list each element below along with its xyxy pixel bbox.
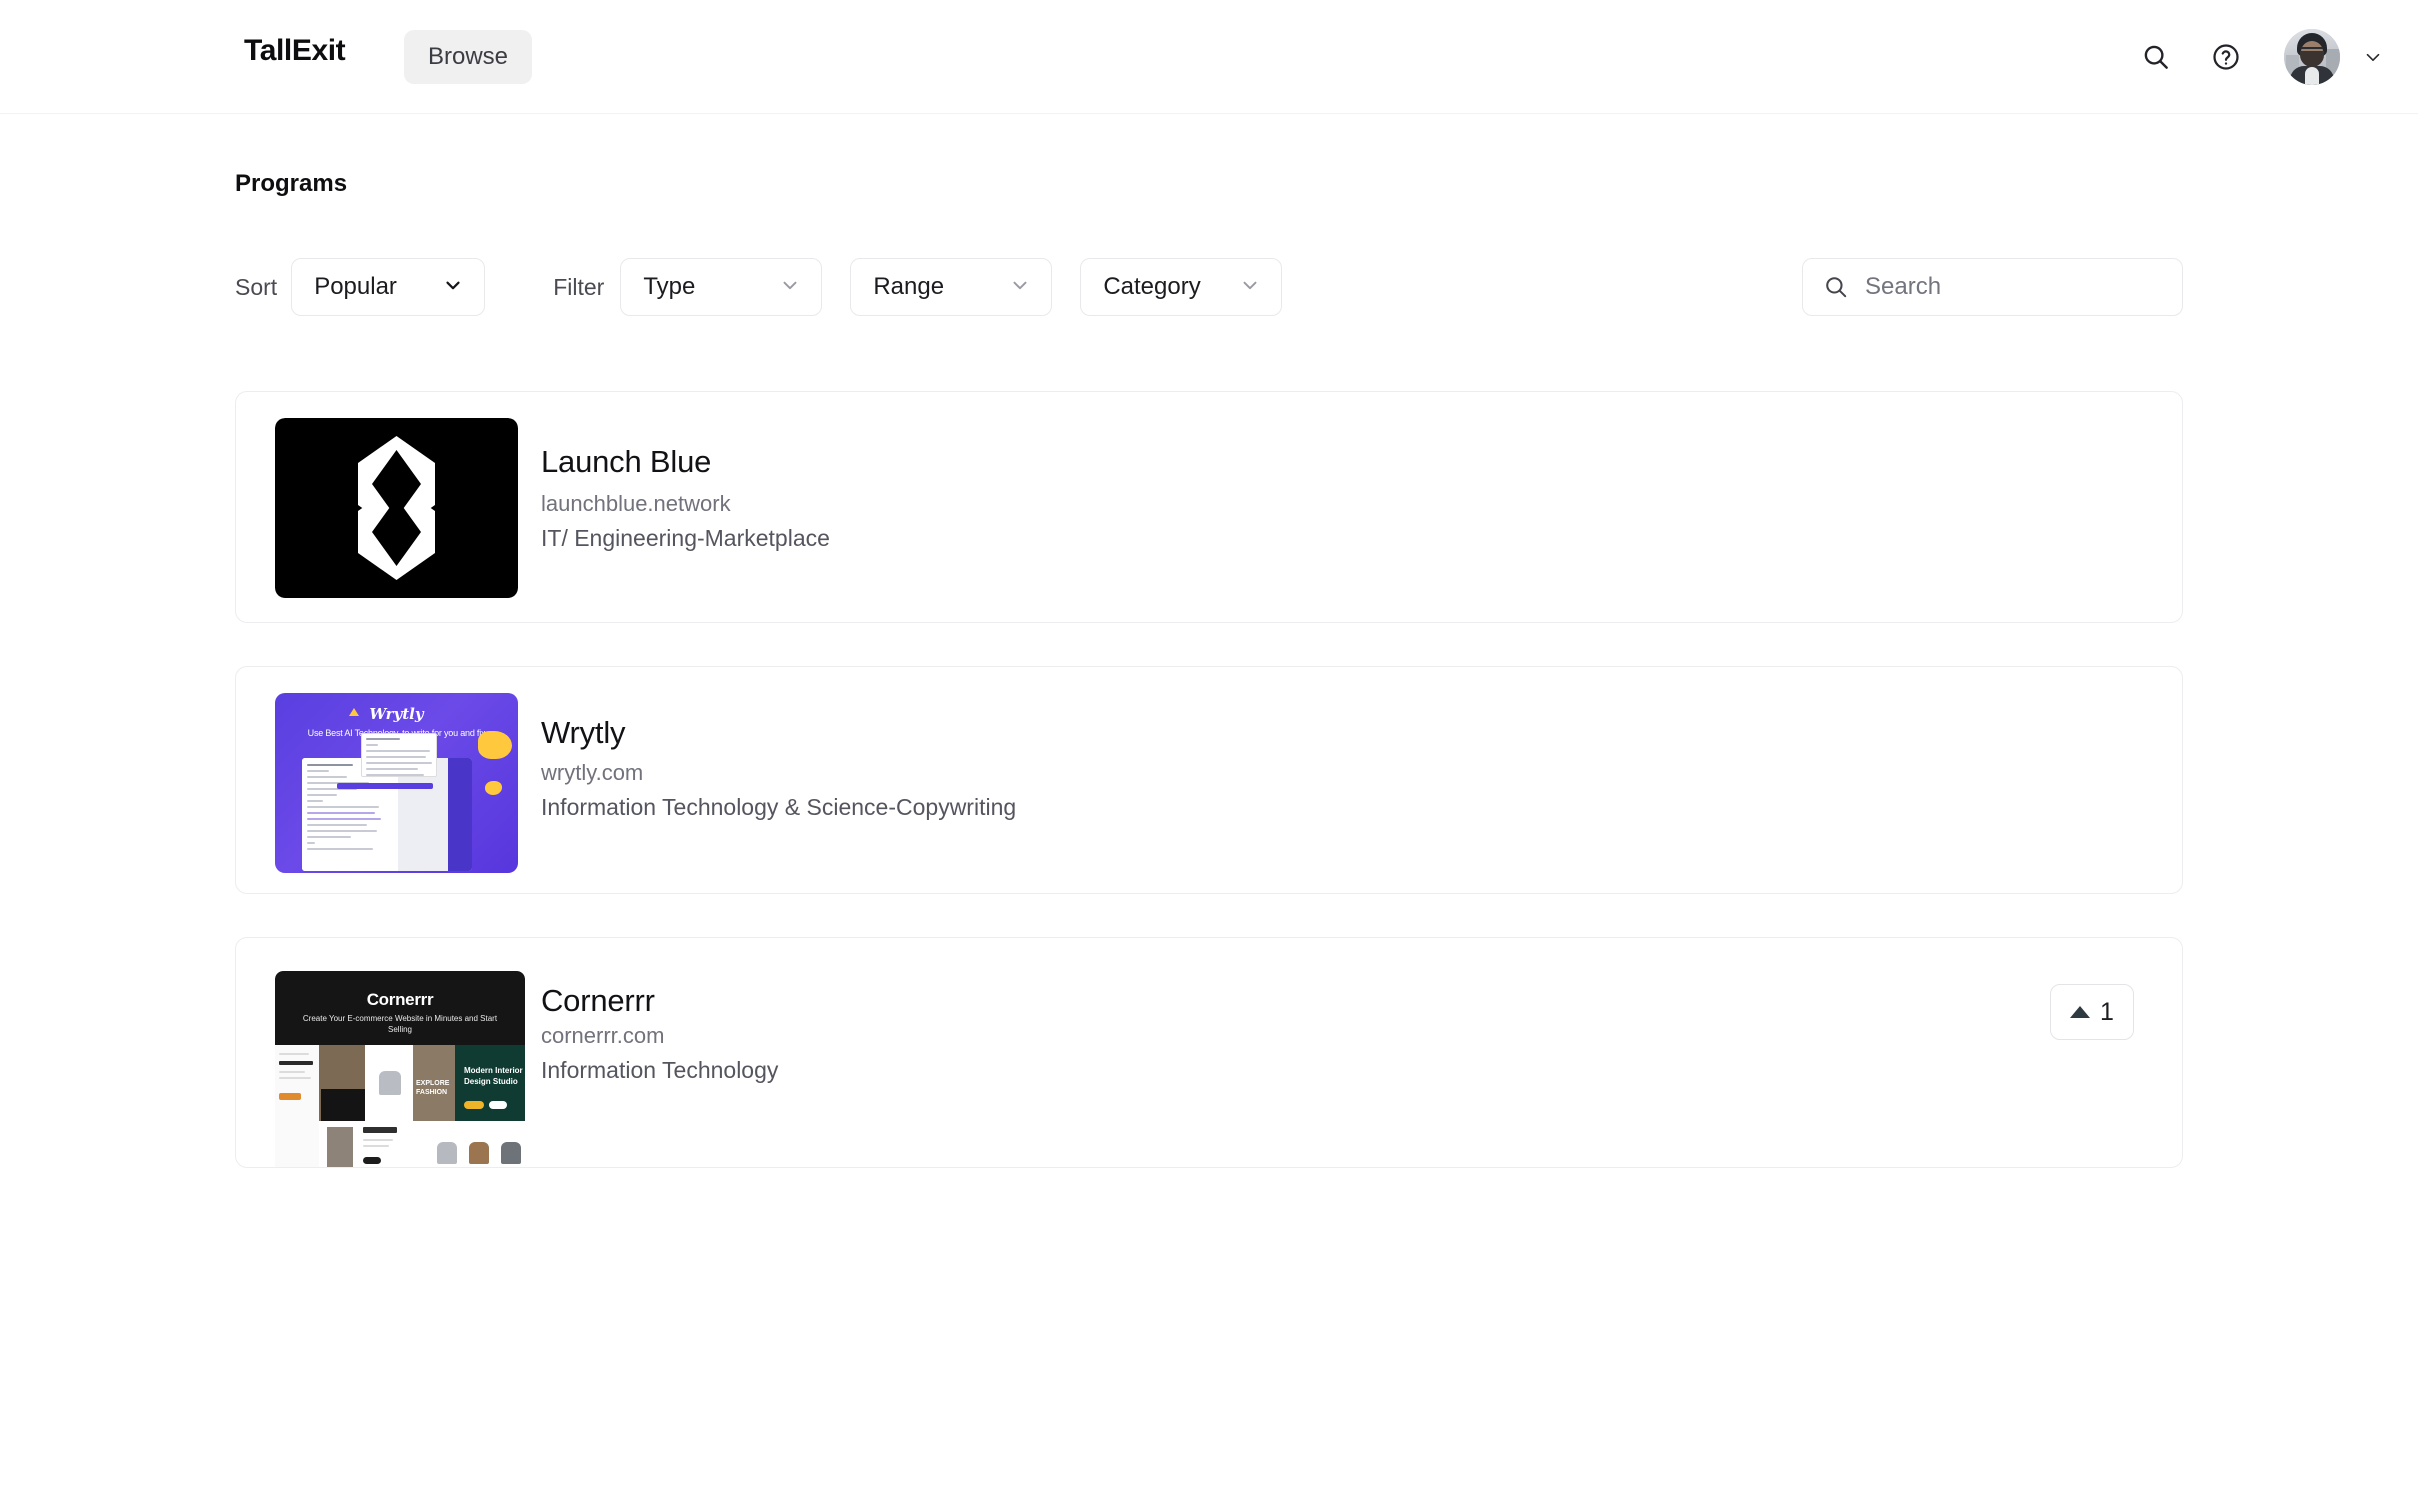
range-filter-dropdown[interactable]: Range — [850, 258, 1053, 316]
category-filter-dropdown[interactable]: Category — [1080, 258, 1283, 316]
search-icon — [1823, 274, 1849, 300]
launch-blue-logo-icon — [275, 418, 518, 598]
search-input[interactable] — [1865, 273, 2162, 301]
page-title: Programs — [235, 170, 348, 197]
product-thumb — [469, 1142, 489, 1164]
type-filter-dropdown[interactable]: Type — [620, 258, 823, 316]
logo-mark — [358, 436, 435, 580]
thumbnail-logo-text: Cornerrr — [366, 990, 434, 1009]
chevron-down-icon[interactable] — [2362, 46, 2384, 68]
program-name: Launch Blue — [541, 444, 712, 479]
sort-dropdown[interactable]: Popular — [291, 258, 486, 316]
avatar-shirt — [2305, 67, 2319, 85]
collage-cta-secondary — [489, 1101, 507, 1109]
search-box[interactable] — [1802, 258, 2183, 316]
nav-item-browse[interactable]: Browse — [404, 30, 533, 84]
program-info: Cornerrr cornerrr.com Information Techno… — [541, 983, 778, 1084]
program-card[interactable]: Wrytly Use Best AI Technology, to write … — [235, 666, 2183, 894]
range-filter-value: Range — [873, 273, 945, 300]
mockup-rail — [448, 758, 472, 871]
program-info: Wrytly wrytly.com Information Technology… — [541, 715, 1016, 821]
app-header: TallExit Browse — [0, 0, 2418, 114]
program-category: Information Technology — [541, 1057, 779, 1083]
program-category: Information Technology & Science-Copywri… — [541, 794, 1017, 820]
chevron-down-icon — [1239, 274, 1261, 301]
decorative-blob — [485, 781, 502, 795]
program-category: IT/ Engineering-Marketplace — [541, 525, 830, 551]
sort-label: Sort — [235, 273, 278, 300]
program-thumbnail: Wrytly Use Best AI Technology, to write … — [275, 693, 518, 873]
category-filter-value: Category — [1103, 273, 1201, 300]
chevron-down-icon — [1009, 274, 1031, 301]
header-actions — [2128, 0, 2418, 114]
program-domain: wrytly.com — [541, 760, 644, 785]
collage-product-row — [319, 1121, 525, 1167]
thumbnail-tagline: Create Your E-commerce Website in Minute… — [302, 1014, 498, 1034]
search-icon[interactable] — [2128, 29, 2184, 85]
sort-dropdown-value: Popular — [314, 273, 397, 300]
thumbnail-logo-text: Wrytly — [369, 705, 424, 723]
mockup-primary-button — [337, 783, 433, 789]
brand-logo[interactable]: TallExit — [244, 34, 346, 68]
program-name: Cornerrr — [541, 983, 655, 1018]
program-card[interactable]: Cornerrr Create Your E-commerce Website … — [235, 937, 2183, 1168]
filter-toolbar: Sort Popular Filter Type Range Category — [235, 258, 1283, 316]
chevron-down-icon — [442, 274, 464, 301]
type-filter-value: Type — [643, 273, 696, 300]
program-thumbnail: Cornerrr Create Your E-commerce Website … — [275, 971, 525, 1167]
collage-panel — [275, 1045, 319, 1167]
filter-label: Filter — [553, 273, 605, 300]
cornerrr-preview-image: Cornerrr Create Your E-commerce Website … — [275, 971, 525, 1167]
program-name: Wrytly — [541, 715, 626, 750]
avatar-glasses — [2301, 47, 2323, 52]
program-domain: launchblue.network — [541, 491, 731, 516]
program-domain: cornerrr.com — [541, 1023, 665, 1048]
product-thumb — [501, 1142, 521, 1164]
chevron-down-icon — [779, 274, 801, 301]
mockup-popup — [361, 733, 437, 777]
help-circle-icon[interactable] — [2198, 29, 2254, 85]
wrytly-preview-image: Wrytly Use Best AI Technology, to write … — [275, 693, 518, 873]
product-thumb — [437, 1142, 457, 1164]
collage-panel-heading: Modern Interior Design Studio — [464, 1066, 523, 1086]
upvote-button[interactable]: 1 — [2050, 984, 2134, 1040]
program-info: Launch Blue launchblue.network IT/ Engin… — [541, 444, 830, 552]
program-logo — [275, 418, 518, 598]
triangle-up-icon — [2070, 1006, 2091, 1018]
upvote-count: 1 — [2100, 997, 2114, 1026]
collage-cta-primary — [464, 1101, 484, 1109]
decorative-blob — [478, 731, 512, 759]
user-avatar[interactable] — [2284, 29, 2340, 85]
program-card[interactable]: Launch Blue launchblue.network IT/ Engin… — [235, 391, 2183, 623]
